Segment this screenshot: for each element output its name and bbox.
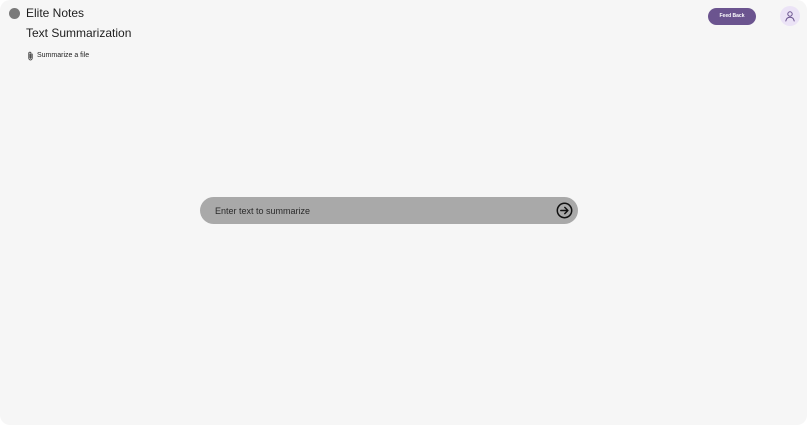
feedback-button[interactable]: Feed Back [708,8,756,25]
summarize-text-input[interactable] [215,197,545,224]
profile-button[interactable] [780,6,800,26]
app-window: Elite Notes Text Summarization Summarize… [0,0,807,425]
prompt-bar [200,197,578,224]
user-icon [784,10,796,22]
submit-button[interactable] [556,202,573,219]
page-title: Text Summarization [26,26,132,40]
summarize-file-label: Summarize a file [37,52,90,59]
summarize-file-button[interactable]: Summarize a file [27,50,89,61]
app-title: Elite Notes [26,6,85,20]
circle-logo-icon [9,8,20,19]
arrow-right-circle-icon [556,202,573,219]
paperclip-icon [27,51,34,61]
